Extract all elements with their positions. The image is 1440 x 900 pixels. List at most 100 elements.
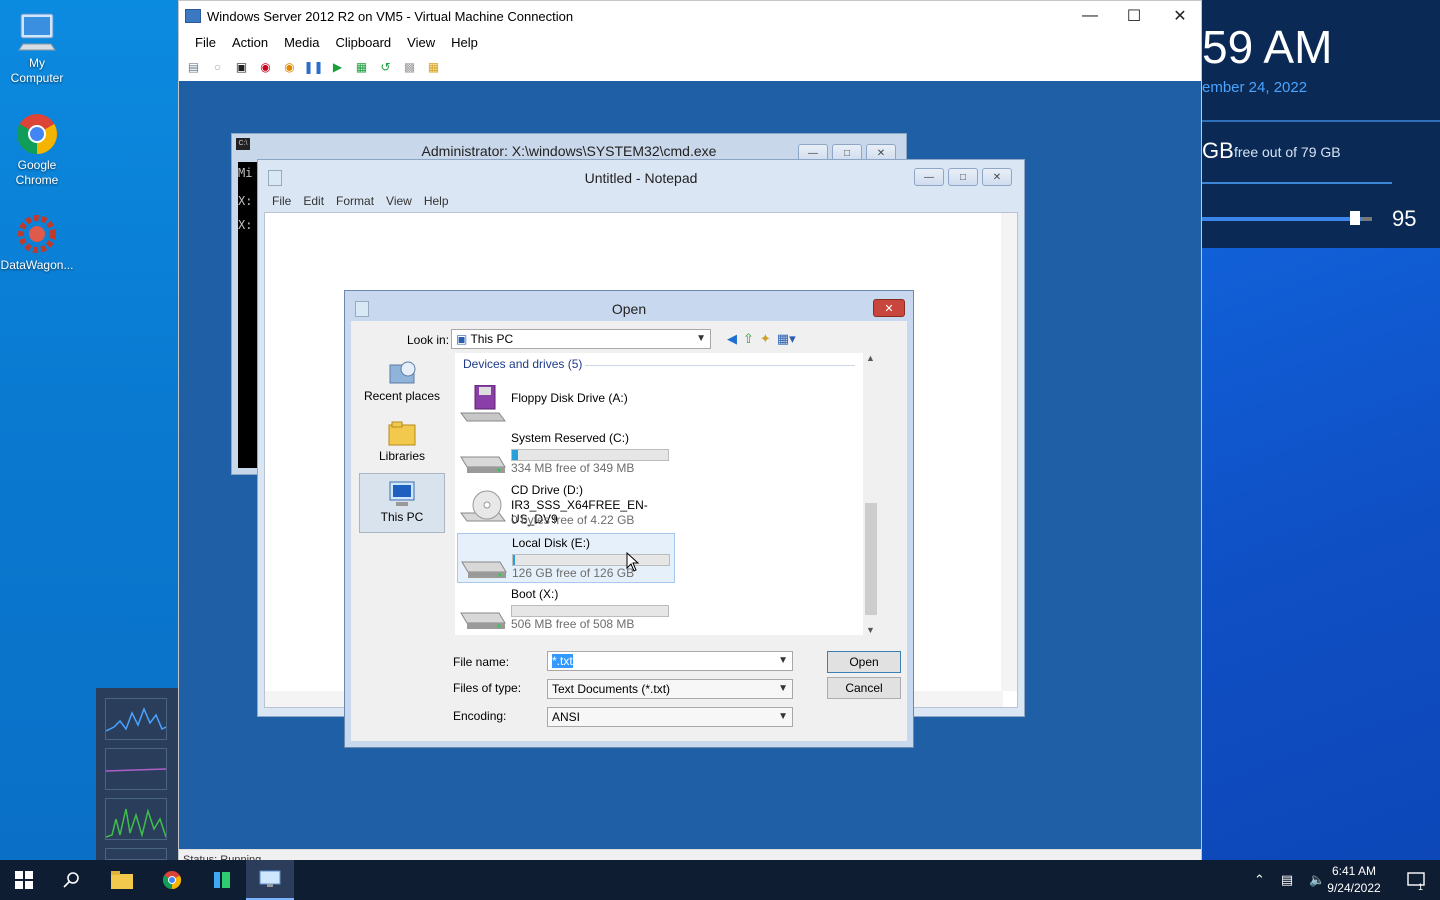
taskbar: ⌃ ▤ 🔈 6:41 AM 9/24/2022 1: [0, 860, 1440, 900]
notepad-menu-format[interactable]: Format: [330, 194, 380, 208]
system-tray: ⌃ ▤ 🔈: [1254, 860, 1325, 900]
chevron-down-icon[interactable]: ▼: [778, 652, 788, 670]
this-pc-icon: ▣: [456, 332, 471, 346]
drive-x[interactable]: Boot (X:) 506 MB free of 508 MB: [457, 585, 675, 635]
menu-help[interactable]: Help: [443, 35, 486, 50]
file-type-dropdown[interactable]: Text Documents (*.txt) ▼: [547, 679, 793, 699]
enhanced-session-icon[interactable]: ▩: [401, 59, 418, 76]
turn-off-icon[interactable]: ▣: [233, 59, 250, 76]
place-libraries[interactable]: Libraries: [359, 413, 445, 473]
dialog-close-button[interactable]: ✕: [873, 299, 905, 317]
menu-media[interactable]: Media: [276, 35, 327, 50]
open-dialog[interactable]: Open ✕ Look in: ▣ This PC ▼ ◀ ⇧ ✦ ▦▾ Rec…: [344, 290, 914, 748]
drive-e[interactable]: Local Disk (E:) 126 GB free of 126 GB: [457, 533, 675, 583]
start-button[interactable]: [0, 860, 48, 900]
maximize-button[interactable]: ☐: [1111, 1, 1157, 31]
place-this-pc[interactable]: This PC: [359, 473, 445, 533]
save-state-icon[interactable]: ◉: [281, 59, 298, 76]
devices-group-header[interactable]: Devices and drives (5): [463, 357, 582, 371]
notepad-maximize-button[interactable]: □: [948, 168, 978, 186]
notepad-vscroll[interactable]: [1001, 213, 1017, 691]
action-center-button[interactable]: 1: [1392, 860, 1440, 900]
taskbar-clock[interactable]: 6:41 AM 9/24/2022: [1322, 863, 1386, 897]
resume-icon[interactable]: ▶: [329, 59, 346, 76]
shutdown-icon[interactable]: ◉: [257, 59, 274, 76]
look-in-dropdown[interactable]: ▣ This PC ▼: [451, 329, 711, 349]
hard-drive-icon: [459, 437, 507, 477]
pause-icon[interactable]: ❚❚: [303, 59, 323, 76]
up-folder-icon[interactable]: ⇧: [743, 331, 754, 347]
encoding-label: Encoding:: [453, 709, 507, 723]
vm-toolbar: ▤ ○ ▣ ◉ ◉ ❚❚ ▶ ▦ ↺ ▩ ▦: [179, 53, 1201, 81]
scroll-down-icon[interactable]: ▼: [866, 625, 875, 635]
file-name-value: *.txt: [552, 654, 573, 668]
vm-app-icon: [185, 9, 201, 23]
search-button[interactable]: [48, 860, 96, 900]
host-background: [1202, 248, 1440, 860]
my-computer-desktop-icon[interactable]: My Computer: [0, 10, 74, 86]
ctrl-alt-del-icon[interactable]: ▤: [185, 59, 202, 76]
back-icon[interactable]: ◀: [727, 331, 737, 347]
libraries-icon: [386, 419, 418, 447]
share-icon[interactable]: ▦: [425, 59, 442, 76]
drive-usage-bar: [511, 605, 669, 617]
folder-icon: [111, 871, 133, 889]
datawagon-label: DataWagon...: [0, 258, 74, 272]
chevron-down-icon: ▼: [778, 683, 788, 694]
vm-guest-screen[interactable]: Administrator: X:\windows\SYSTEM32\cmd.e…: [179, 81, 1201, 849]
notepad-menu-file[interactable]: File: [266, 194, 297, 208]
view-menu-icon[interactable]: ▦▾: [777, 331, 796, 347]
place-recent[interactable]: Recent places: [359, 353, 445, 413]
server-manager-taskbar-button[interactable]: [198, 860, 246, 900]
notepad-title: Untitled - Notepad: [584, 170, 698, 186]
host-widget-panel: 59 AM ember 24, 2022 GB free out of 79 G…: [1202, 0, 1440, 860]
revert-icon[interactable]: ↺: [377, 59, 394, 76]
drive-c[interactable]: System Reserved (C:) 334 MB free of 349 …: [457, 429, 675, 479]
minimize-button[interactable]: —: [1067, 1, 1113, 31]
scroll-up-icon[interactable]: ▲: [866, 353, 875, 363]
file-list[interactable]: Devices and drives (5) ⌃ Floppy Disk Dri…: [455, 353, 879, 635]
datawagon-desktop-icon[interactable]: DataWagon...: [0, 212, 74, 273]
chrome-taskbar-button[interactable]: [148, 860, 196, 900]
vm-connection-taskbar-button[interactable]: [246, 860, 294, 900]
place-label: Libraries: [378, 449, 426, 463]
vm-title: Windows Server 2012 R2 on VM5 - Virtual …: [207, 8, 574, 24]
menu-clipboard[interactable]: Clipboard: [328, 35, 400, 50]
cancel-button[interactable]: Cancel: [827, 677, 901, 699]
notepad-close-button[interactable]: ✕: [982, 168, 1012, 186]
file-explorer-taskbar-button[interactable]: [98, 860, 146, 900]
show-hidden-icons-icon[interactable]: ⌃: [1254, 872, 1265, 888]
volume-slider-thumb[interactable]: [1350, 211, 1360, 225]
place-label: This PC: [380, 510, 424, 524]
file-name-input[interactable]: *.txt ▼: [547, 651, 793, 671]
close-button[interactable]: ✕: [1157, 1, 1203, 31]
taskbar-time: 6:41 AM: [1331, 864, 1377, 878]
notepad-menu-view[interactable]: View: [380, 194, 418, 208]
usage-fill: [513, 555, 515, 565]
drive-d[interactable]: CD Drive (D:) IR3_SSS_X64FREE_EN-US_DV9 …: [457, 481, 675, 531]
new-folder-icon[interactable]: ✦: [760, 331, 771, 347]
drive-free-space: 506 MB free of 508 MB: [511, 617, 635, 631]
notepad-minimize-button[interactable]: —: [914, 168, 944, 186]
menu-view[interactable]: View: [399, 35, 443, 50]
menu-action[interactable]: Action: [224, 35, 276, 50]
notepad-menu-edit[interactable]: Edit: [297, 194, 330, 208]
drive-free-space: 334 MB free of 349 MB: [511, 461, 635, 475]
drive-usage-bar: [512, 554, 670, 566]
checkpoint-icon[interactable]: ▦: [353, 59, 370, 76]
volume-slider-track[interactable]: [1202, 217, 1362, 221]
chevron-down-icon: ▼: [778, 711, 788, 722]
notepad-menu-help[interactable]: Help: [418, 194, 455, 208]
hard-drive-icon: [459, 593, 507, 633]
notepad-window[interactable]: Untitled - Notepad — □ ✕ File Edit Forma…: [257, 159, 1025, 748]
drive-floppy[interactable]: Floppy Disk Drive (A:): [457, 377, 675, 427]
file-list-scrollbar[interactable]: ▲ ▼: [863, 353, 879, 635]
volume-slider-rest: [1362, 217, 1372, 221]
scroll-thumb[interactable]: [865, 503, 877, 615]
open-button[interactable]: Open: [827, 651, 901, 673]
chrome-desktop-icon[interactable]: Google Chrome: [0, 112, 74, 188]
network-icon[interactable]: ▤: [1281, 872, 1293, 888]
start-icon[interactable]: ○: [209, 59, 226, 76]
menu-file[interactable]: File: [187, 35, 224, 50]
encoding-dropdown[interactable]: ANSI ▼: [547, 707, 793, 727]
